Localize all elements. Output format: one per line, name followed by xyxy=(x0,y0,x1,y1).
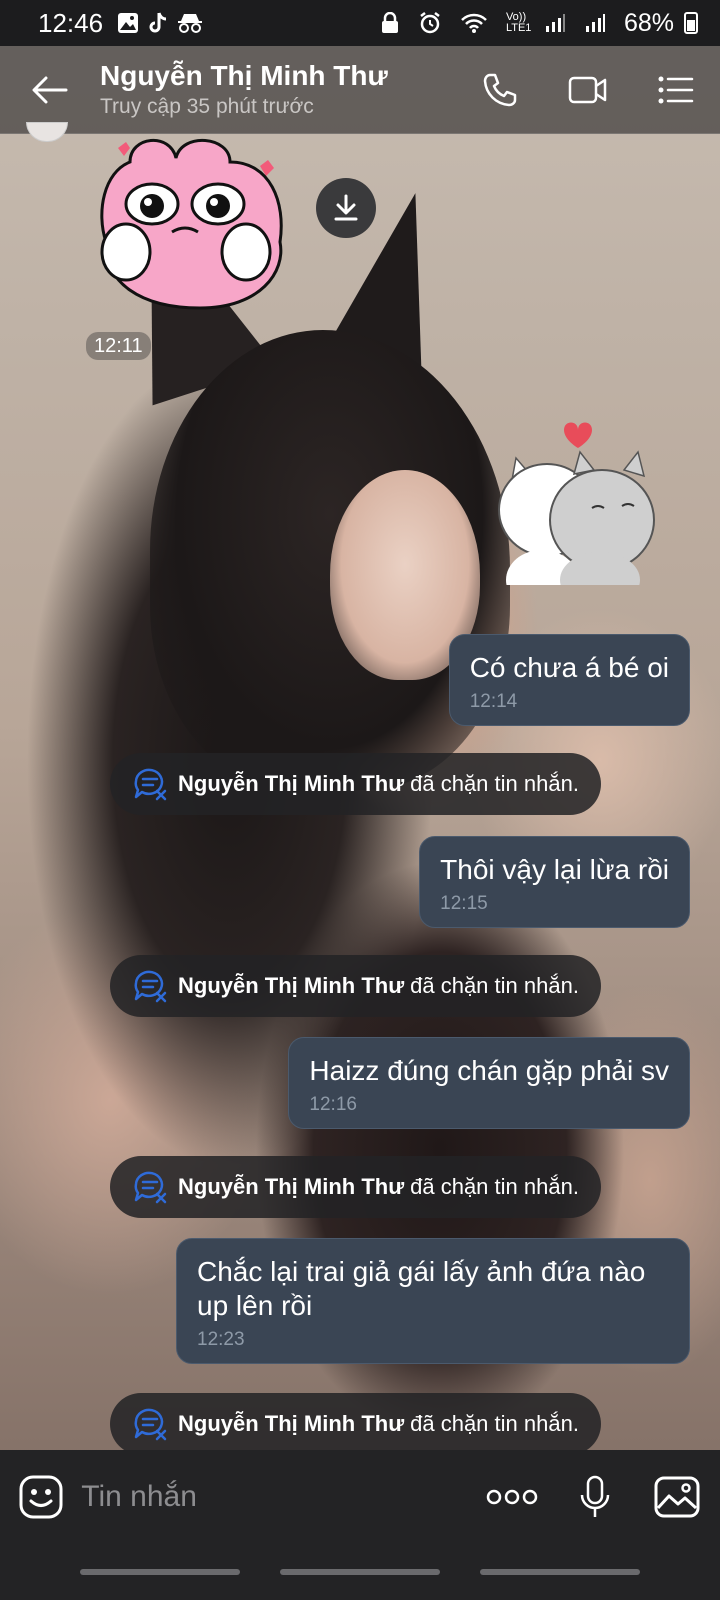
voice-call-button[interactable] xyxy=(456,46,544,134)
chat-header: Nguyễn Thị Minh Thư Truy cập 35 phút trư… xyxy=(0,46,720,134)
blocked-notice-name: Nguyễn Thị Minh Thư xyxy=(178,973,405,998)
lock-status-icon xyxy=(380,12,400,34)
status-right-group: Vo)) LTE1 68% xyxy=(380,9,698,38)
blocked-notice: Nguyễn Thị Minh Thư đã chặn tin nhắn. xyxy=(110,753,601,815)
menu-list-icon xyxy=(658,76,694,103)
message-input[interactable] xyxy=(81,1467,468,1527)
network-label: Vo)) LTE1 xyxy=(505,11,532,34)
video-call-button[interactable] xyxy=(544,46,632,134)
status-time: 12:46 xyxy=(38,7,104,38)
gallery-notification-icon xyxy=(117,12,139,34)
blocked-chat-icon xyxy=(132,767,168,801)
more-options-button[interactable] xyxy=(467,1450,557,1544)
battery-icon xyxy=(684,12,698,34)
message-text: Thôi vậy lại lừa rồi xyxy=(440,854,669,885)
blocked-chat-icon xyxy=(132,1170,168,1204)
nav-back-button[interactable] xyxy=(480,1569,640,1575)
blocked-chat-icon xyxy=(132,969,168,1003)
message-time: 12:14 xyxy=(469,691,518,712)
gallery-icon xyxy=(654,1476,700,1518)
download-sticker-button[interactable] xyxy=(316,178,376,238)
download-icon xyxy=(334,194,358,221)
video-call-icon xyxy=(568,76,607,103)
blocked-notice-text: đã chặn tin nhắn. xyxy=(410,771,579,796)
blocked-notice-name: Nguyễn Thị Minh Thư xyxy=(178,1174,405,1199)
blocked-notice-text: đã chặn tin nhắn. xyxy=(410,973,579,998)
message-time: 12:15 xyxy=(440,893,488,914)
received-sticker-pink-bunny[interactable] xyxy=(90,132,300,312)
options-menu-button[interactable] xyxy=(632,46,720,134)
wifi-icon xyxy=(460,12,488,34)
gallery-button[interactable] xyxy=(633,1450,720,1544)
blocked-notice-text: đã chặn tin nhắn. xyxy=(410,1411,579,1436)
message-time: 12:23 xyxy=(197,1329,245,1350)
phone-icon xyxy=(483,73,517,106)
message-input-bar xyxy=(0,1450,720,1544)
incognito-icon xyxy=(177,12,203,34)
sent-message-bubble[interactable]: Chắc lại trai giả gái lấy ảnh đứa nào up… xyxy=(176,1238,690,1364)
signal-icon-2 xyxy=(584,12,606,34)
blocked-notice-name: Nguyễn Thị Minh Thư xyxy=(178,771,405,796)
blocked-notice: Nguyễn Thị Minh Thư đã chặn tin nhắn. xyxy=(110,1156,601,1218)
emoji-button[interactable] xyxy=(0,1450,81,1544)
status-bar: 12:46 Vo)) LTE1 68% xyxy=(0,0,720,46)
nav-home-button[interactable] xyxy=(280,1569,440,1575)
message-text: Chắc lại trai giả gái lấy ảnh đứa nào up… xyxy=(197,1256,646,1321)
sent-sticker-cats[interactable] xyxy=(492,410,662,585)
sent-message-bubble[interactable]: Haizz đúng chán gặp phải sv 12:16 xyxy=(288,1037,690,1129)
back-arrow-icon xyxy=(32,76,68,103)
message-text: Haizz đúng chán gặp phải sv xyxy=(309,1055,669,1086)
blocked-notice: Nguyễn Thị Minh Thư đã chặn tin nhắn. xyxy=(110,955,601,1017)
battery-percent: 68% xyxy=(623,8,674,37)
sticker-time: 12:11 xyxy=(86,332,151,360)
signal-icon-1 xyxy=(544,12,566,34)
blocked-notice: Nguyễn Thị Minh Thư đã chặn tin nhắn. xyxy=(110,1393,601,1455)
last-seen-status: Truy cập 35 phút trước xyxy=(100,94,314,118)
voice-message-button[interactable] xyxy=(558,1450,634,1544)
alarm-icon xyxy=(418,11,442,35)
message-time: 12:16 xyxy=(309,1094,357,1115)
more-icon xyxy=(487,1489,538,1505)
blocked-notice-text: đã chặn tin nhắn. xyxy=(410,1174,579,1199)
blocked-chat-icon xyxy=(132,1407,168,1441)
contact-info[interactable]: Nguyễn Thị Minh Thư Truy cập 35 phút trư… xyxy=(100,59,456,121)
emoji-icon xyxy=(19,1475,63,1519)
tiktok-notification-icon xyxy=(147,11,169,35)
back-button[interactable] xyxy=(0,46,100,134)
sent-message-bubble[interactable]: Thôi vậy lại lừa rồi 12:15 xyxy=(419,836,690,928)
microphone-icon xyxy=(581,1475,610,1517)
blocked-notice-name: Nguyễn Thị Minh Thư xyxy=(178,1411,405,1436)
contact-name: Nguyễn Thị Minh Thư xyxy=(100,59,388,91)
system-navigation-bar xyxy=(0,1544,720,1600)
nav-recents-button[interactable] xyxy=(80,1569,240,1575)
message-text: Có chưa á bé oi xyxy=(469,652,669,683)
sent-message-bubble[interactable]: Có chưa á bé oi 12:14 xyxy=(448,634,690,726)
